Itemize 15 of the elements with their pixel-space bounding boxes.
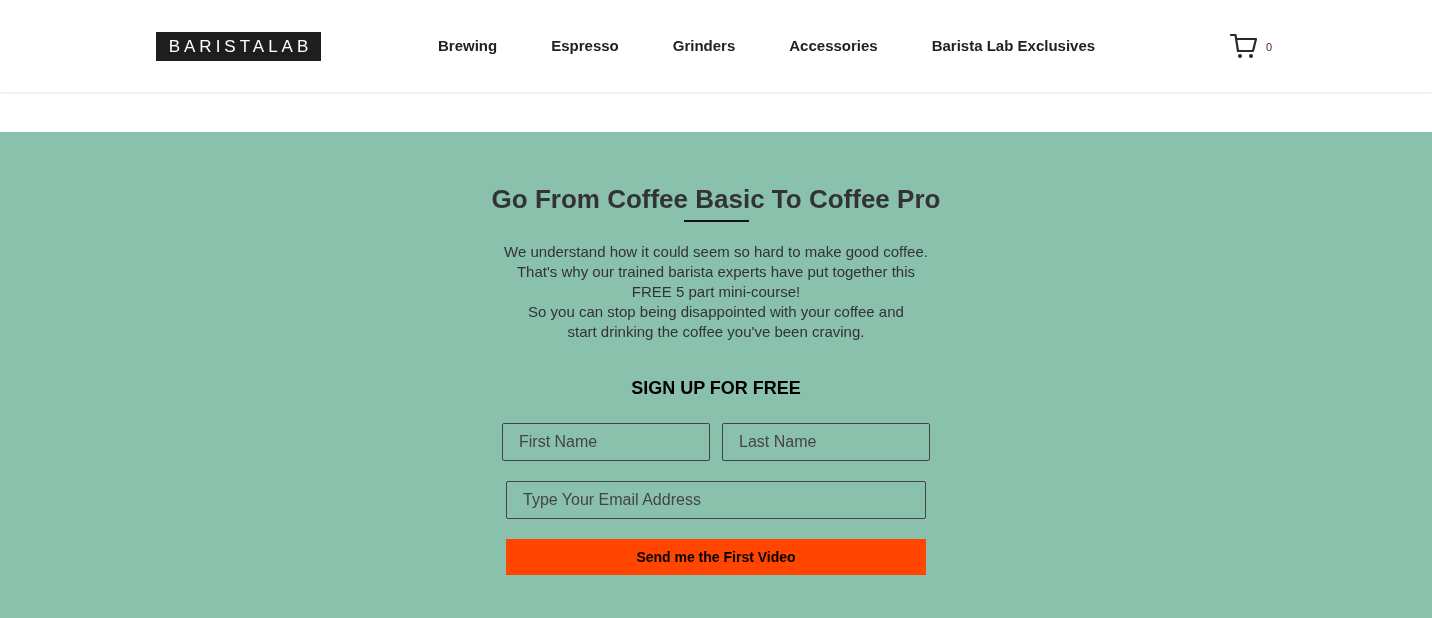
- description-paragraph: We understand how it could seem so hard to make good coffee. That's why our trained barista experts have put together this FREE 5 part mini-course! So you can stop being disappointed with your coffee and start drinking the coffee you've been craving.: [504, 242, 928, 342]
- cart-count: 0: [1265, 41, 1272, 53]
- nav-link[interactable]: Accessories: [789, 34, 878, 58]
- nav-link[interactable]: Brewing: [438, 34, 498, 58]
- name-field[interactable]: Last Name: [722, 423, 930, 461]
- nav-link[interactable]: Espresso: [551, 34, 619, 58]
- section-heading: Go From Coffee Basic To Coffee Pro: [491, 184, 941, 214]
- name-field[interactable]: First Name: [502, 423, 710, 461]
- submit-button[interactable]: Send me the First Video: [506, 539, 926, 575]
- nav-link[interactable]: Barista Lab Exclusives: [931, 34, 1096, 58]
- form-heading: SIGN UP FOR FREE: [631, 377, 801, 399]
- shopping-cart-icon[interactable]: [1229, 33, 1257, 59]
- brand-logo[interactable]: BARISTALAB: [156, 31, 321, 61]
- email-field[interactable]: Type Your Email Address: [506, 481, 926, 519]
- nav-link[interactable]: Grinders: [672, 34, 736, 58]
